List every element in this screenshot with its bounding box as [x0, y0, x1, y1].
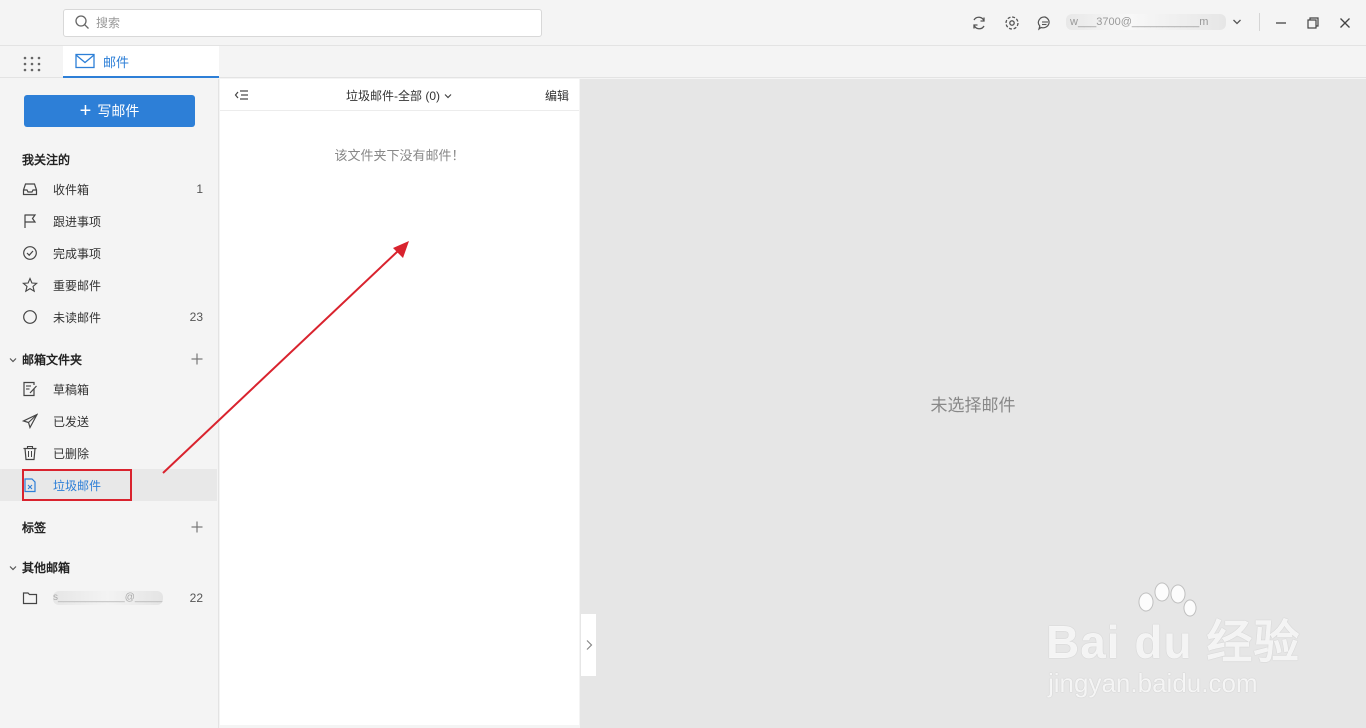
item-count: 22 [189, 591, 203, 605]
compose-label: 写邮件 [97, 103, 140, 119]
sidebar-item-done[interactable]: 完成事项 [0, 237, 217, 269]
app-grid-icon[interactable] [22, 54, 42, 74]
folder-filter-dropdown[interactable]: 垃圾邮件-全部 (0) [346, 87, 453, 104]
add-folder-icon[interactable] [190, 352, 204, 366]
send-icon [22, 413, 38, 429]
close-icon[interactable] [1334, 12, 1356, 34]
tab-label: 邮件 [103, 54, 130, 70]
sidebar-item-inbox[interactable]: 收件箱 1 [0, 173, 217, 205]
chevron-down-icon [1233, 19, 1241, 25]
search-icon [74, 14, 90, 33]
sidebar-item-label: 已删除 [53, 446, 90, 461]
divider [1259, 13, 1260, 31]
account-menu[interactable]: w___3700@___________m [1066, 14, 1242, 30]
sidebar-item-follow-up[interactable]: 跟进事项 [0, 205, 217, 237]
collapse-sidebar-icon[interactable] [234, 87, 250, 103]
section-favorites-title: 我关注的 [22, 153, 71, 167]
section-folders-title[interactable]: 邮箱文件夹 [8, 351, 82, 368]
sidebar-item-label: 重要邮件 [53, 278, 102, 293]
sidebar: + 写邮件 我关注的 收件箱 1 跟进事项 完成事项 重要邮件 未读邮件 23 … [0, 79, 219, 728]
sidebar-item-label: 收件箱 [53, 182, 90, 197]
chevron-down-icon [444, 93, 452, 98]
add-tag-icon[interactable] [190, 520, 204, 534]
mail-icon [75, 53, 95, 69]
circle-icon [23, 310, 37, 324]
sidebar-item-label: 跟进事项 [53, 214, 102, 229]
top-bar: w___3700@___________m [0, 0, 1366, 46]
inbox-icon [22, 183, 38, 196]
restore-icon[interactable] [1302, 12, 1324, 34]
sidebar-item-unread[interactable]: 未读邮件 23 [0, 301, 217, 333]
section-other-title[interactable]: 其他邮箱 [8, 559, 70, 576]
search-box[interactable] [63, 9, 542, 37]
sidebar-item-label: 草稿箱 [53, 382, 90, 397]
minimize-icon[interactable] [1270, 12, 1292, 34]
draft-icon [23, 381, 37, 397]
folder-filter-label: 垃圾邮件-全部 (0) [346, 89, 440, 103]
refresh-icon[interactable] [968, 12, 990, 34]
item-count: 1 [196, 182, 203, 196]
expand-pane-handle[interactable] [580, 613, 597, 677]
sidebar-item-other-account[interactable]: s____________@______... 22 [0, 582, 217, 614]
watermark-url: jingyan.baidu.com [1048, 668, 1258, 698]
sidebar-item-sent[interactable]: 已发送 [0, 405, 217, 437]
trash-icon [23, 445, 37, 461]
chevron-right-icon [586, 640, 592, 650]
star-icon [22, 277, 38, 293]
check-circle-icon [23, 246, 37, 260]
annotation-highlight-box [22, 469, 132, 501]
search-input[interactable] [96, 16, 516, 30]
sidebar-item-label: 已发送 [53, 414, 90, 429]
empty-folder-message: 该文件夹下没有邮件！ [334, 148, 465, 163]
sidebar-item-label: 完成事项 [53, 246, 102, 261]
sidebar-item-label: 未读邮件 [53, 310, 102, 325]
baidu-jingyan-watermark: Bai du 经验 jingyan.baidu.com [1046, 580, 1306, 700]
edit-button[interactable]: 编辑 [545, 87, 569, 104]
sidebar-item-label: s____________@______... [53, 591, 163, 605]
item-count: 23 [189, 310, 203, 324]
folder-icon [22, 592, 38, 605]
plus-icon: + [79, 100, 92, 122]
no-mail-selected-message: 未选择邮件 [930, 396, 1016, 415]
chevron-down-icon [9, 565, 17, 570]
sidebar-item-drafts[interactable]: 草稿箱 [0, 373, 217, 405]
chevron-down-icon [9, 357, 17, 362]
compose-button[interactable]: + 写邮件 [24, 95, 195, 127]
sidebar-item-deleted[interactable]: 已删除 [0, 437, 217, 469]
chat-icon[interactable] [1034, 12, 1056, 34]
mail-list-header: 垃圾邮件-全部 (0) 编辑 [220, 79, 579, 111]
gear-icon[interactable] [1001, 12, 1023, 34]
account-name: w___3700@___________m [1066, 14, 1226, 30]
tab-bar: 邮件 [0, 46, 1366, 78]
section-tags-title: 标签 [22, 521, 47, 535]
tab-mail[interactable]: 邮件 [63, 46, 219, 78]
watermark-text: Bai du 经验 [1046, 616, 1301, 668]
mail-list-pane: 垃圾邮件-全部 (0) 编辑 该文件夹下没有邮件！ [220, 79, 579, 725]
flag-icon [24, 214, 37, 228]
sidebar-item-important[interactable]: 重要邮件 [0, 269, 217, 301]
